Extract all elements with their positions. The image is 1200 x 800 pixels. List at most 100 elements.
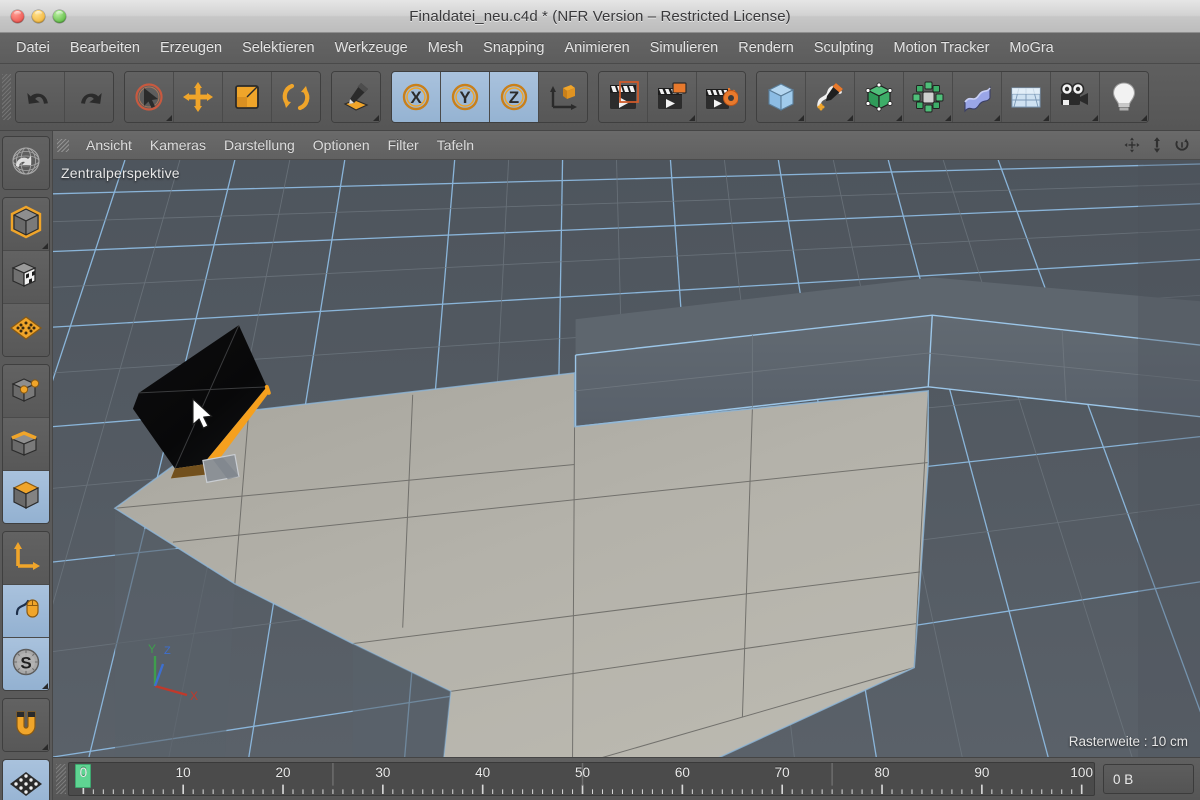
cube-primitive-button[interactable] — [757, 72, 806, 122]
texture-mode-button[interactable] — [3, 251, 49, 304]
viewport-scene — [53, 160, 1200, 757]
axis-mode-button[interactable] — [3, 532, 49, 585]
menu-item-simulieren[interactable]: Simulieren — [640, 37, 729, 59]
polygons-mode-button[interactable] — [3, 471, 49, 523]
flyout-corner-indicator[interactable] — [945, 115, 951, 121]
floor-environment-button[interactable] — [1002, 72, 1051, 122]
menu-item-bearbeiten[interactable]: Bearbeiten — [60, 37, 150, 59]
pen-polygon-icon — [339, 80, 373, 114]
select-arrow-button[interactable] — [125, 72, 174, 122]
axis-z-button[interactable]: Z — [490, 72, 539, 122]
flyout-corner-indicator[interactable] — [847, 115, 853, 121]
minimize-button[interactable] — [32, 9, 45, 23]
coordinate-system-icon — [546, 80, 580, 114]
move-button[interactable] — [174, 72, 223, 122]
viewport-solo-icon — [9, 592, 43, 631]
axis-y-icon: Y — [448, 80, 482, 114]
grid-diamond-button[interactable] — [3, 760, 49, 800]
menu-item-animieren[interactable]: Animieren — [554, 37, 639, 59]
axis-y-button[interactable]: Y — [441, 72, 490, 122]
flyout-corner-indicator[interactable] — [994, 115, 1000, 121]
flyout-corner-indicator[interactable] — [42, 243, 48, 249]
menu-item-selektieren[interactable]: Selektieren — [232, 37, 325, 59]
undo-view-button[interactable] — [3, 137, 49, 189]
close-button[interactable] — [11, 9, 24, 23]
ruler-tick-label: 70 — [774, 765, 790, 780]
undo-button[interactable] — [16, 72, 65, 122]
viewport-menu-kameras[interactable]: Kameras — [141, 135, 215, 155]
title-bar: Finaldatei_neu.c4d * (NFR Version – Rest… — [0, 0, 1200, 33]
toolbar-group-history — [15, 71, 114, 123]
viewport-menu-tafeln[interactable]: Tafeln — [428, 135, 483, 155]
array-button[interactable] — [904, 72, 953, 122]
3d-viewport[interactable]: Zentralperspektive Rasterweite : 10 cm Y… — [53, 160, 1200, 757]
toolbar-group-render — [598, 71, 746, 123]
palette-group-navigation — [2, 136, 50, 190]
menu-item-datei[interactable]: Datei — [6, 37, 60, 59]
menu-item-snapping[interactable]: Snapping — [473, 37, 554, 59]
flyout-corner-indicator[interactable] — [166, 115, 172, 121]
axis-mode-icon — [9, 539, 43, 578]
flyout-corner-indicator[interactable] — [42, 744, 48, 750]
menu-item-mesh[interactable]: Mesh — [418, 37, 473, 59]
flyout-corner-indicator[interactable] — [896, 115, 902, 121]
redo-button[interactable] — [65, 72, 113, 122]
viewport-menu-filter[interactable]: Filter — [379, 135, 428, 155]
flyout-corner-indicator[interactable] — [1141, 115, 1147, 121]
viewport-menu-ansicht[interactable]: Ansicht — [77, 135, 141, 155]
timeline-ruler[interactable]: 0 10 20 30 40 50 60 70 80 90 100 — [68, 762, 1095, 796]
light-icon — [1107, 80, 1141, 114]
axis-z-icon: Z — [497, 80, 531, 114]
polygons-mode-icon — [9, 478, 43, 517]
model-mode-button[interactable] — [3, 198, 49, 251]
undo-icon — [23, 80, 57, 114]
menu-item-motion-tracker[interactable]: Motion Tracker — [884, 37, 1000, 59]
render-settings-button[interactable] — [697, 72, 745, 122]
magnet-button[interactable] — [3, 699, 49, 751]
flyout-corner-indicator[interactable] — [689, 115, 695, 121]
coordinate-system-button[interactable] — [539, 72, 587, 122]
scale-button[interactable] — [223, 72, 272, 122]
render-picture-viewer-button[interactable] — [648, 72, 697, 122]
edges-mode-button[interactable] — [3, 418, 49, 471]
deformer-icon — [960, 80, 994, 114]
menu-item-werkzeuge[interactable]: Werkzeuge — [325, 37, 418, 59]
toolbar-group-transform-tools — [124, 71, 321, 123]
window-title: Finaldatei_neu.c4d * (NFR Version – Rest… — [409, 7, 791, 25]
menu-item-rendern[interactable]: Rendern — [728, 37, 804, 59]
flyout-corner-indicator[interactable] — [373, 115, 379, 121]
snap-s-button[interactable]: S — [3, 638, 49, 690]
toolbar-grip[interactable] — [2, 74, 11, 120]
memory-readout: 0 B — [1103, 764, 1194, 794]
flyout-corner-indicator[interactable] — [798, 115, 804, 121]
workspace: S Ansicht Kameras Darstellung Optionen Filte… — [0, 131, 1200, 800]
flyout-corner-indicator[interactable] — [1043, 115, 1049, 121]
rotate-view-icon[interactable] — [1172, 135, 1192, 155]
viewport-header: Ansicht Kameras Darstellung Optionen Filter T… — [53, 131, 1200, 160]
points-mode-button[interactable] — [3, 365, 49, 418]
menu-item-sculpting[interactable]: Sculpting — [804, 37, 884, 59]
menu-item-mogra[interactable]: MoGra — [999, 37, 1063, 59]
pan-view-icon[interactable] — [1122, 135, 1142, 155]
nurbs-button[interactable] — [855, 72, 904, 122]
flyout-corner-indicator[interactable] — [1092, 115, 1098, 121]
timeline-grip[interactable] — [56, 764, 66, 794]
viewport-menu-darstellung[interactable]: Darstellung — [215, 135, 304, 155]
spline-pen-button[interactable] — [806, 72, 855, 122]
render-view-button[interactable] — [599, 72, 648, 122]
pen-polygon-button[interactable] — [332, 72, 380, 122]
dolly-view-icon[interactable] — [1147, 135, 1167, 155]
viewport-header-grip[interactable] — [57, 138, 69, 152]
workplane-button[interactable] — [3, 304, 49, 356]
viewport-solo-button[interactable] — [3, 585, 49, 638]
viewport-menu-optionen[interactable]: Optionen — [304, 135, 379, 155]
deformer-button[interactable] — [953, 72, 1002, 122]
menu-item-erzeugen[interactable]: Erzeugen — [150, 37, 232, 59]
axis-x-button[interactable]: X — [392, 72, 441, 122]
toolbar-group-pen-tool — [331, 71, 381, 123]
camera-button[interactable] — [1051, 72, 1100, 122]
rotate-button[interactable] — [272, 72, 320, 122]
light-button[interactable] — [1100, 72, 1148, 122]
zoom-button[interactable] — [53, 9, 66, 23]
flyout-corner-indicator[interactable] — [42, 683, 48, 689]
